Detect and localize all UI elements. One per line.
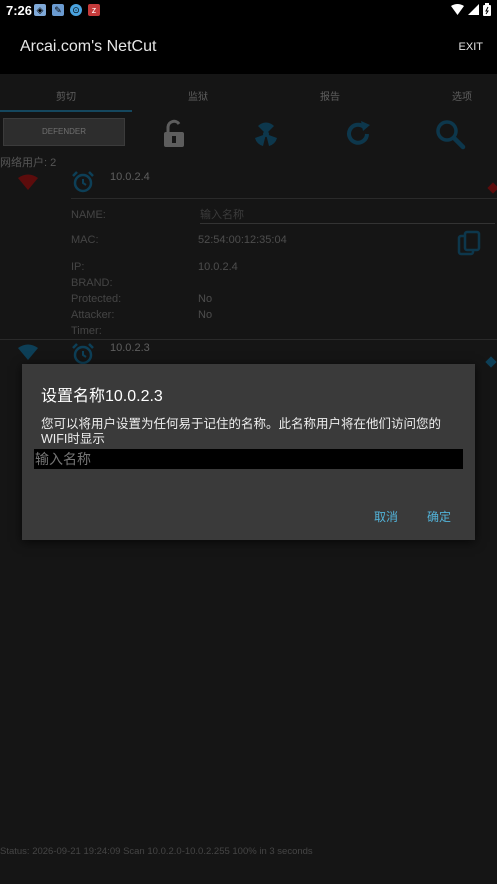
dialog-name-input[interactable] [34,449,463,469]
notification-icon: ◈ [34,4,46,16]
app-title: Arcai.com's NetCut [20,38,157,55]
wifi-signal-icon [451,4,464,15]
notification-icon: ⊙ [70,4,82,16]
status-time: 7:26 [6,3,33,18]
notification-icon: ✎ [52,4,64,16]
dialog-message: 您可以将用户设置为任何易于记住的名称。此名称用户将在他们访问您的WIFI时显示 [41,417,442,446]
battery-icon [483,3,491,16]
status-bar: 7:26 ◈ ✎ ⊙ z [0,0,497,22]
app-bar: Arcai.com's NetCut EXIT [0,22,497,74]
dialog-title: 设置名称10.0.2.3 [41,388,163,405]
notification-icon: z [88,4,100,16]
cancel-button[interactable]: 取消 [374,508,398,525]
exit-button[interactable]: EXIT [459,41,483,53]
cell-signal-icon [468,4,479,15]
system-icons [451,3,491,16]
ok-button[interactable]: 确定 [427,508,451,525]
set-name-dialog: 设置名称10.0.2.3 您可以将用户设置为任何易于记住的名称。此名称用户将在他… [22,364,475,540]
